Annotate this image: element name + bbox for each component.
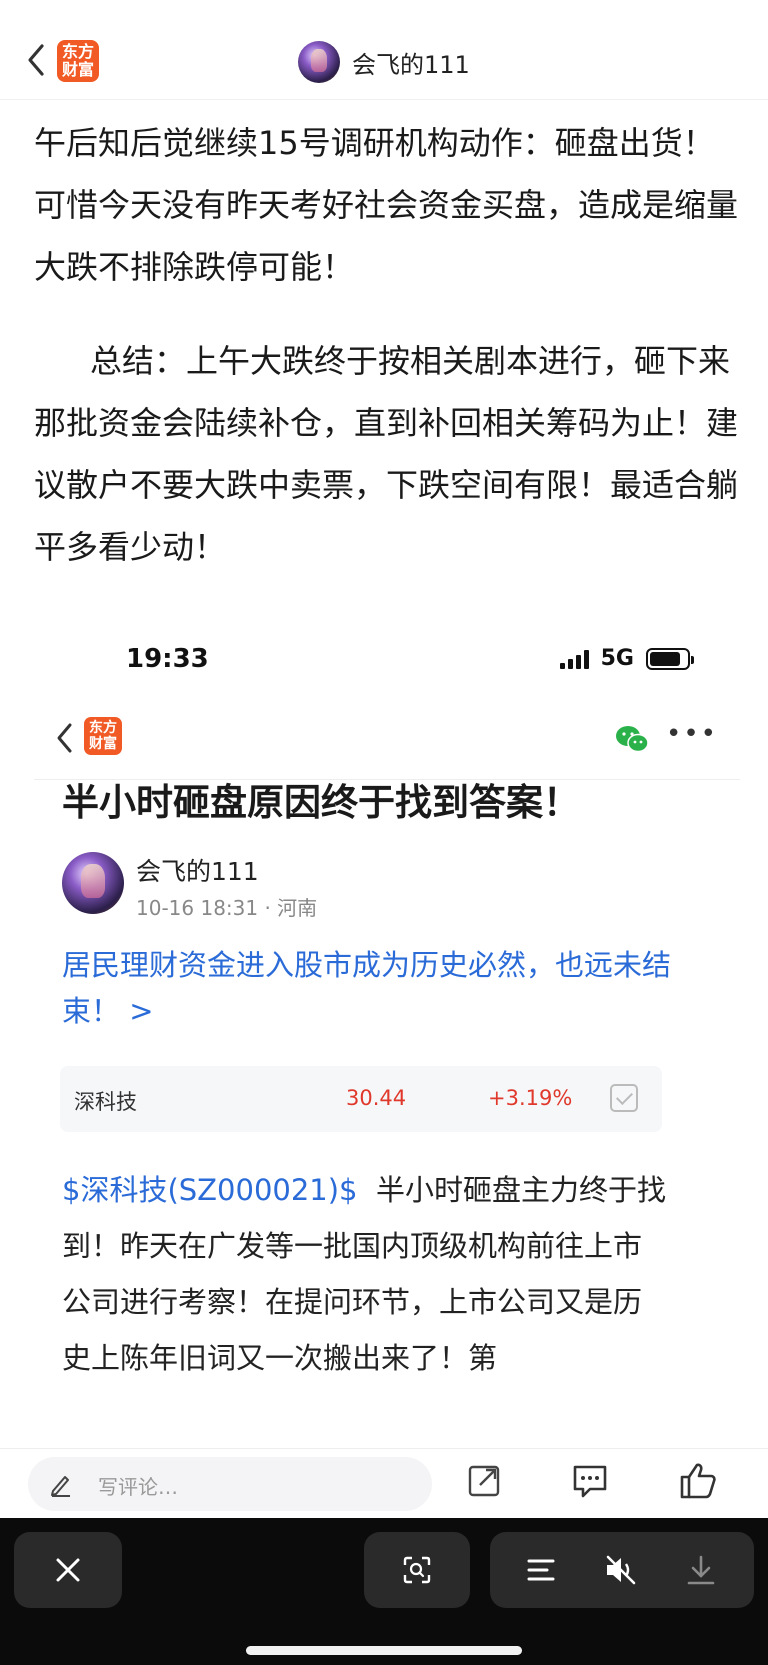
watchlist-checkbox-icon [610,1084,638,1112]
stock-card: 深科技 30.44 +3.19% [60,1066,662,1132]
comment-placeholder: 写评论… [98,1475,178,1499]
embedded-screenshot[interactable]: 19:33 5G 东方财富 ••• 半小时砸盘原因终于找到答案！ 会飞的111 … [34,640,740,1450]
embedded-app-logo: 东方财富 [84,717,122,755]
scan-icon [403,1556,431,1584]
playback-controls [490,1532,754,1608]
scan-button[interactable] [364,1532,470,1608]
article-paragraph-2: 总结：上午大跌终于按相关剧本进行，砸下来那批资金会陆续补仓，直到补回相关筹码为止… [34,342,739,566]
network-label: 5G [600,646,634,671]
status-icons: 5G [559,646,694,671]
mute-icon[interactable] [604,1554,638,1586]
post-body: $深科技(SZ000021)$ 半小时砸盘主力终于找到！昨天在广发等一批国内顶级… [62,1162,668,1386]
stock-price: 30.44 [346,1086,407,1110]
top-nav: 东方财富 会飞的111 [0,0,768,100]
author-meta: 10-16 18:31 · 河南 [136,896,318,920]
signal-icon [559,649,589,669]
avatar[interactable] [298,41,340,83]
download-icon[interactable] [686,1554,716,1586]
thumbs-up-icon[interactable] [678,1459,718,1503]
comment-bar: 写评论… [0,1448,768,1518]
author-header[interactable]: 会飞的111 [298,40,470,84]
stock-change: +3.19% [488,1086,573,1110]
comment-input[interactable]: 写评论… [28,1457,432,1511]
list-icon[interactable] [526,1556,556,1584]
battery-icon [646,647,694,670]
close-icon [56,1558,80,1582]
close-button[interactable] [14,1532,122,1608]
status-time: 19:33 [126,644,209,674]
share-icon[interactable] [464,1459,504,1503]
article-body: 午后知后觉继续15号调研机构动作：砸盘出货！可惜今天没有昨天考好社会资金买盘，造… [34,112,740,578]
media-controls [0,1518,768,1665]
embedded-nav: 东方财富 ••• [34,700,740,780]
stock-name: 深科技 [74,1090,137,1114]
article-paragraph-1: 午后知后觉继续15号调研机构动作：砸盘出货！可惜今天没有昨天考好社会资金买盘，造… [34,124,739,286]
username: 会飞的111 [352,50,470,79]
home-indicator[interactable] [246,1646,522,1655]
comment-icon[interactable] [570,1459,610,1503]
wechat-icon [616,726,649,753]
embedded-back-icon [57,723,72,753]
pen-icon [51,1476,70,1497]
app-logo[interactable]: 东方财富 [57,40,99,82]
back-chevron-icon[interactable] [22,40,52,80]
related-link: 居民理财资金进入股市成为历史必然，也远未结束！ > [62,948,672,1028]
author-avatar [62,852,124,914]
post-title: 半小时砸盘原因终于找到答案！ [62,781,580,824]
author-name: 会飞的111 [136,857,259,886]
stock-tag: $深科技(SZ000021)$ [62,1173,358,1207]
more-dots-icon: ••• [665,719,718,749]
